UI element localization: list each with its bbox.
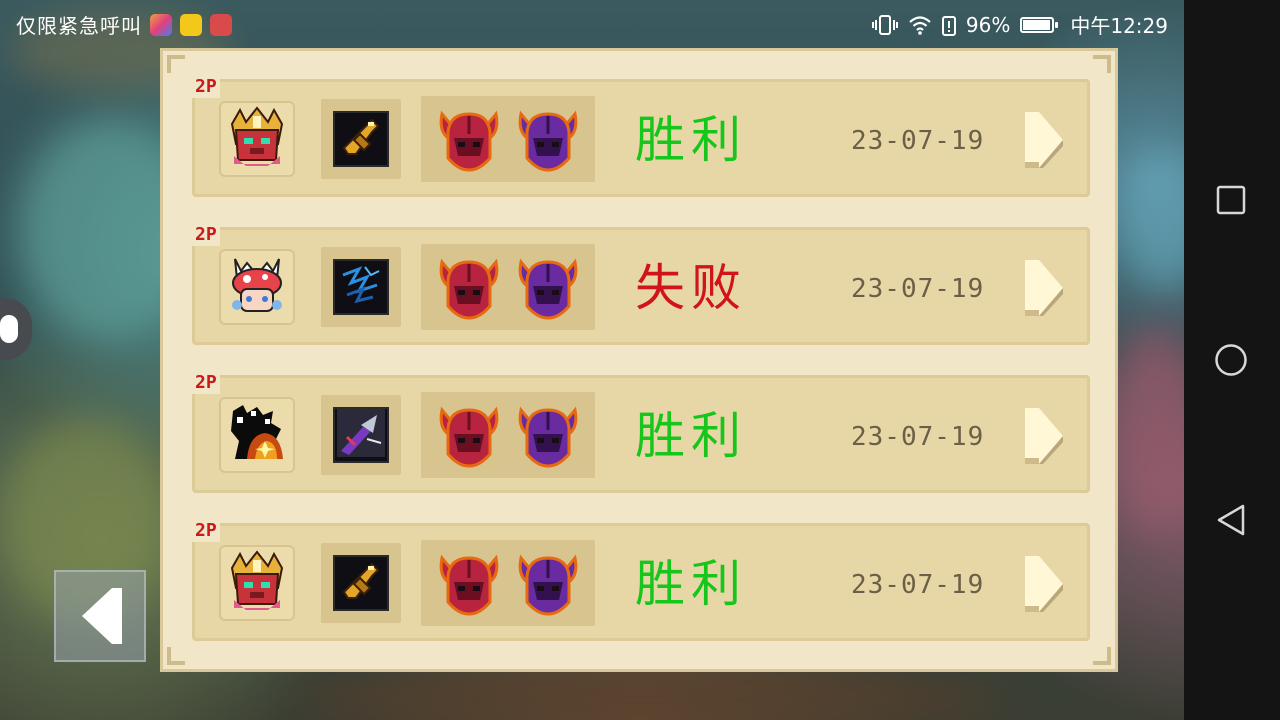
triangle-back-icon (1217, 504, 1245, 536)
chevron-right-icon (1023, 260, 1065, 322)
battle-result: 胜利 (635, 555, 747, 613)
back-nav-button[interactable] (1214, 503, 1248, 537)
home-button[interactable] (1214, 343, 1248, 377)
battle-date: 23-07-19 (851, 126, 985, 156)
battery-alert-icon (941, 15, 956, 36)
battle-date: 23-07-19 (851, 570, 985, 600)
battle-record-row[interactable]: 2P 胜利 23-07-19 (192, 520, 1090, 641)
difficulty-helmets (421, 96, 595, 182)
difficulty-helmets (421, 540, 595, 626)
battery-icon (1020, 16, 1059, 33)
purple-demon-helmet-icon (518, 258, 577, 320)
difficulty-helmets (421, 244, 595, 330)
shadow-flame-hero-icon (225, 401, 289, 469)
hero-portrait (219, 101, 295, 177)
chevron-right-icon (1023, 556, 1065, 618)
panel-corner-ornament (167, 647, 185, 665)
knight-red-hero-icon (226, 548, 288, 618)
golden-gun-weapon-icon (338, 114, 384, 164)
view-detail-arrow-button[interactable] (1023, 110, 1065, 170)
hero-portrait (219, 249, 295, 325)
hero-portrait (219, 397, 295, 473)
weapon-slot (321, 99, 401, 179)
hero-portrait (219, 545, 295, 621)
app-notification-icon (150, 13, 172, 36)
purple-demon-helmet-icon (518, 110, 577, 172)
view-detail-arrow-button[interactable] (1023, 406, 1065, 466)
status-bar: 仅限紧急呼叫 96% 中午12:29 (0, 0, 1180, 48)
red-demon-helmet-icon (439, 406, 498, 468)
battle-date: 23-07-19 (851, 422, 985, 452)
chevron-right-icon (1023, 408, 1065, 470)
recents-button[interactable] (1214, 183, 1248, 217)
weapon-slot (321, 247, 401, 327)
view-detail-arrow-button[interactable] (1023, 258, 1065, 318)
panel-corner-ornament (167, 55, 185, 73)
chevron-right-icon (1023, 112, 1065, 174)
battery-percent: 96% (965, 12, 1011, 37)
red-demon-helmet-icon (439, 554, 498, 616)
battle-record-row[interactable]: 2P 胜利 23-07-19 (192, 372, 1090, 493)
difficulty-helmets (421, 392, 595, 478)
floating-dot-icon (0, 315, 18, 343)
back-arrow-icon (82, 588, 122, 644)
blue-lightning-weapon-icon (337, 261, 385, 313)
knight-red-hero-icon (226, 104, 288, 174)
panel-corner-ornament (1093, 55, 1111, 73)
player-count-tag: 2P (192, 372, 220, 394)
red-app-notification-icon (210, 13, 232, 36)
system-navigation-bar (1184, 0, 1280, 720)
back-button[interactable] (54, 570, 146, 662)
weapon-slot (321, 395, 401, 475)
clock: 中午12:29 (1070, 14, 1168, 38)
purple-demon-helmet-icon (518, 554, 577, 616)
red-demon-helmet-icon (439, 258, 498, 320)
weapon-slot (321, 543, 401, 623)
battle-result: 失败 (635, 259, 747, 317)
view-detail-arrow-button[interactable] (1023, 554, 1065, 614)
wifi-icon (909, 15, 931, 35)
red-demon-helmet-icon (439, 110, 498, 172)
square-icon (1216, 185, 1246, 215)
purple-demon-helmet-icon (518, 406, 577, 468)
battle-result: 胜利 (635, 407, 747, 465)
vibrate-icon (871, 14, 898, 35)
panel-corner-ornament (1093, 647, 1111, 665)
player-count-tag: 2P (192, 520, 220, 542)
player-count-tag: 2P (192, 76, 220, 98)
drill-lance-weapon-icon (337, 409, 385, 461)
carrier-text: 仅限紧急呼叫 (16, 14, 142, 38)
golden-gun-weapon-icon (338, 558, 384, 608)
battle-record-row[interactable]: 2P 失败 23-07-19 (192, 224, 1090, 345)
kuaishou-notification-icon (180, 13, 202, 36)
circle-icon (1215, 344, 1247, 376)
battle-result: 胜利 (635, 111, 747, 169)
battle-record-panel: 2P 胜利 23-07-19 2P 失败 23-07-19 2P 胜利 23-07-19 2P 胜利… (160, 48, 1118, 672)
battle-record-row[interactable]: 2P 胜利 23-07-19 (192, 76, 1090, 197)
mushroom-girl-hero-icon (227, 253, 287, 321)
player-count-tag: 2P (192, 224, 220, 246)
battle-date: 23-07-19 (851, 274, 985, 304)
